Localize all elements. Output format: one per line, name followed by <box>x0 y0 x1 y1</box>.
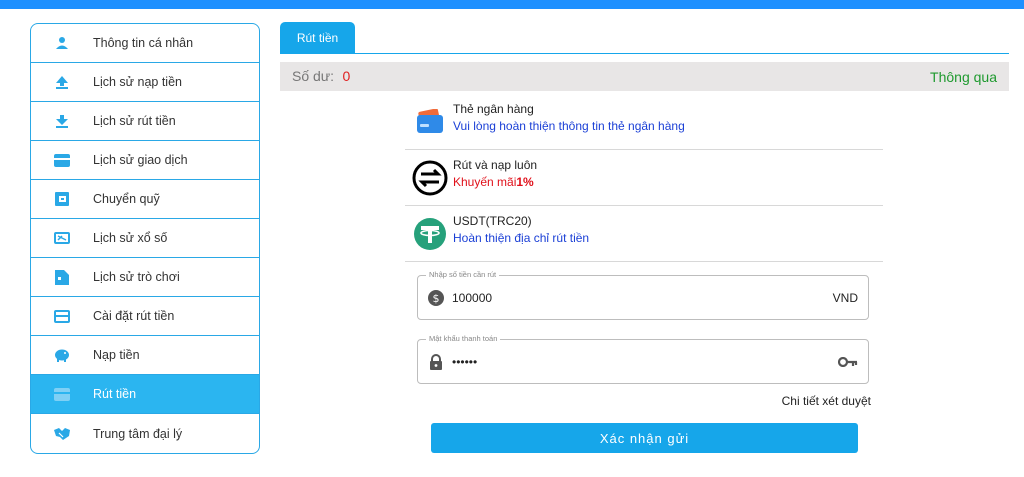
sidebar-item-label: Trung tâm đại lý <box>93 426 183 441</box>
method-subtitle[interactable]: Vui lòng hoàn thiện thông tin thẻ ngân h… <box>453 119 685 133</box>
method-title: Thẻ ngân hàng <box>453 102 534 116</box>
sidebar-item-withdraw[interactable]: Rút tiền <box>31 375 259 414</box>
tether-icon <box>410 214 450 254</box>
sidebar-item-withdraw-settings[interactable]: Cài đặt rút tiền <box>31 297 259 336</box>
payment-password-input[interactable]: Mật khẩu thanh toán •••••• <box>417 334 869 384</box>
sidebar-item-label: Nạp tiền <box>93 348 140 362</box>
lock-icon <box>428 353 444 370</box>
sidebar-item-personal-info[interactable]: Thông tin cá nhân <box>31 24 259 63</box>
sidebar-item-label: Cài đặt rút tiền <box>93 309 175 323</box>
sidebar-item-label: Lịch sử trò chơi <box>93 270 180 284</box>
sidebar-item-deposit-history[interactable]: Lịch sử nạp tiền <box>31 63 259 102</box>
amount-input[interactable]: Nhập số tiền cần rút $ 100000 VND <box>417 270 869 320</box>
sidebar-item-label: Lịch sử giao dịch <box>93 153 188 167</box>
method-subtitle[interactable]: Hoàn thiện địa chỉ rút tiền <box>453 231 589 245</box>
method-promo: Khuyến mãi1% <box>453 175 537 189</box>
sidebar-item-lottery-history[interactable]: Lịch sử xổ số <box>31 219 259 258</box>
amount-value: 100000 <box>452 290 493 305</box>
balance-value: 0 <box>342 67 351 84</box>
sidebar-item-label: Lịch sử nạp tiền <box>93 75 182 89</box>
sidebar-item-label: Rút tiền <box>93 387 137 401</box>
password-value: •••••• <box>452 354 478 369</box>
sidebar-item-label: Chuyển quỹ <box>93 192 160 206</box>
sidebar-item-transaction-history[interactable]: Lịch sử giao dịch <box>31 141 259 180</box>
sidebar-item-game-history[interactable]: Lịch sử trò chơi <box>31 258 259 297</box>
download-arrow-icon <box>31 114 93 128</box>
key-icon[interactable] <box>838 354 858 370</box>
sidebar-item-agent-center[interactable]: Trung tâm đại lý <box>31 414 259 453</box>
sidebar-menu: Thông tin cá nhân Lịch sử nạp tiền Lịch … <box>30 23 260 454</box>
method-withdraw-deposit[interactable]: Rút và nạp luôn Khuyến mãi1% <box>405 150 883 206</box>
piggy-bank-icon <box>31 348 93 362</box>
lottery-icon <box>31 231 93 245</box>
currency-suffix: VND <box>832 290 858 305</box>
method-usdt[interactable]: USDT(TRC20) Hoàn thiện địa chỉ rút tiền <box>405 206 883 262</box>
upload-arrow-icon <box>31 75 93 89</box>
card-icon <box>31 153 93 167</box>
status-badge: Thông qua <box>930 68 997 85</box>
transfer-box-icon <box>31 192 93 206</box>
method-title: USDT(TRC20) <box>453 214 532 228</box>
password-legend: Mật khẩu thanh toán <box>426 334 501 343</box>
dollar-coin-icon: $ <box>428 289 444 306</box>
top-accent-bar <box>0 0 1024 9</box>
agent-handshake-icon <box>31 427 93 441</box>
svg-text:$: $ <box>433 292 440 305</box>
exchange-icon <box>410 158 450 198</box>
promo-percent: 1% <box>516 175 534 189</box>
review-details-link[interactable]: Chi tiết xét duyệt <box>740 394 871 408</box>
bank-card-icon <box>31 309 93 323</box>
sidebar-item-label: Thông tin cá nhân <box>93 36 194 50</box>
sidebar-item-deposit[interactable]: Nạp tiền <box>31 336 259 375</box>
amount-legend: Nhập số tiền cần rút <box>426 270 500 279</box>
sidebar-item-label: Lịch sử xổ số <box>93 231 168 245</box>
promo-label: Khuyến mãi <box>453 175 517 189</box>
tab-withdraw[interactable]: Rút tiền <box>280 22 355 53</box>
game-doc-icon <box>31 269 93 285</box>
sidebar-item-label: Lịch sử rút tiền <box>93 114 176 128</box>
submit-button[interactable]: Xác nhận gửi <box>431 423 858 453</box>
bank-card-icon <box>410 102 450 142</box>
tab-underline <box>280 53 1009 54</box>
balance-label: Số dư: <box>292 67 335 84</box>
sidebar-item-withdraw-history[interactable]: Lịch sử rút tiền <box>31 102 259 141</box>
wallet-card-icon <box>31 387 93 401</box>
method-title: Rút và nạp luôn <box>453 158 538 172</box>
sidebar-item-fund-transfer[interactable]: Chuyển quỹ <box>31 180 259 219</box>
balance-bar: Số dư: 0 Thông qua <box>280 62 1009 91</box>
user-icon <box>31 36 93 50</box>
method-bank-card[interactable]: Thẻ ngân hàng Vui lòng hoàn thiện thông … <box>405 94 883 150</box>
